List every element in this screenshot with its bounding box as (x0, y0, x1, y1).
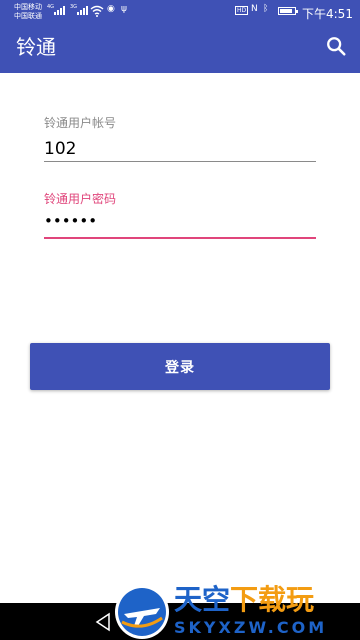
skyxzw-logo-icon (115, 585, 169, 639)
login-button[interactable]: 登录 (30, 343, 330, 390)
account-label: 铃通用户帐号 (44, 116, 117, 130)
status-bar: 中国移动 中国联通 4G 3G ◉ ψ HD N ᛒ 下午4:51 (0, 0, 360, 25)
app-bar: 铃通 (0, 25, 360, 73)
password-underline (44, 237, 316, 239)
nfc-icon: N (251, 4, 258, 14)
watermark: 天空下载玩 SKYXZW.COM (112, 582, 360, 640)
password-input[interactable]: •••••• (44, 212, 97, 230)
account-underline (44, 161, 316, 162)
bluetooth-icon: ᛒ (263, 4, 269, 14)
battery-icon (278, 7, 298, 15)
signal-icon-2 (77, 6, 88, 15)
watermark-title-part2: 下载玩 (230, 583, 315, 616)
search-icon[interactable] (325, 35, 347, 57)
account-input[interactable]: 102 (44, 139, 76, 159)
signal-icon-1 (54, 6, 65, 15)
carrier-2: 中国联通 (14, 12, 42, 20)
watermark-title-part1: 天空 (174, 583, 231, 616)
network-type-2: 3G (70, 4, 78, 10)
network-type-1: 4G (47, 4, 55, 10)
status-time: 下午4:51 (302, 7, 353, 21)
carrier-1: 中国移动 (14, 3, 42, 11)
watermark-domain: SKYXZW.COM (174, 618, 328, 637)
watermark-title: 天空下载玩 (174, 584, 314, 616)
back-icon[interactable] (92, 611, 114, 633)
password-label: 铃通用户密码 (44, 192, 117, 206)
app-title: 铃通 (16, 35, 56, 59)
hd-badge: HD (235, 6, 249, 15)
wifi-icon (90, 5, 104, 17)
carrier-info: 中国移动 中国联通 (14, 3, 42, 21)
app-notification-icon: ◉ (107, 4, 115, 14)
usb-icon: ψ (121, 4, 127, 14)
